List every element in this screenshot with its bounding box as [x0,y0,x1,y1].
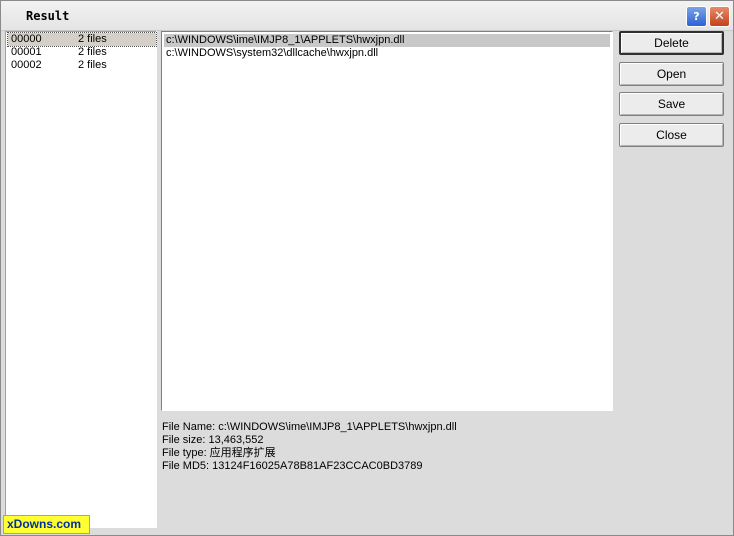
group-count: 2 files [78,46,107,58]
file-path-list[interactable]: c:\WINDOWS\ime\IMJP8_1\APPLETS\hwxjpn.dl… [161,31,613,411]
group-count: 2 files [78,33,107,45]
file-name-info: File Name: c:\WINDOWS\ime\IMJP8_1\APPLET… [162,421,457,433]
result-window: Result ? ✕ 00000 2 files 00001 2 files 0… [0,0,734,536]
group-row-00002[interactable]: 00002 2 files [8,59,156,72]
file-type-info: File type: 应用程序扩展 [162,447,276,459]
window-title: Result [26,9,70,23]
group-id: 00000 [11,33,42,45]
watermark-badge: xDowns.com [3,515,90,534]
group-id: 00002 [11,59,42,71]
close-icon[interactable]: ✕ [709,6,730,27]
save-button[interactable]: Save [619,92,724,116]
title-bar: Result ? ✕ [1,1,733,31]
open-button[interactable]: Open [619,62,724,86]
file-size-info: File size: 13,463,552 [162,434,264,446]
group-row-00001[interactable]: 00001 2 files [8,46,156,59]
file-row[interactable]: c:\WINDOWS\system32\dllcache\hwxjpn.dll [164,47,610,60]
delete-button[interactable]: Delete [619,31,724,55]
duplicate-group-list[interactable]: 00000 2 files 00001 2 files 00002 2 file… [5,31,157,528]
help-icon[interactable]: ? [686,6,707,27]
file-info-panel: File Name: c:\WINDOWS\ime\IMJP8_1\APPLET… [162,421,457,473]
file-row[interactable]: c:\WINDOWS\ime\IMJP8_1\APPLETS\hwxjpn.dl… [164,34,610,47]
group-count: 2 files [78,59,107,71]
group-row-00000[interactable]: 00000 2 files [7,32,157,47]
close-button[interactable]: Close [619,123,724,147]
file-md5-info: File MD5: 13124F16025A78B81AF23CCAC0BD37… [162,460,423,472]
group-id: 00001 [11,46,42,58]
